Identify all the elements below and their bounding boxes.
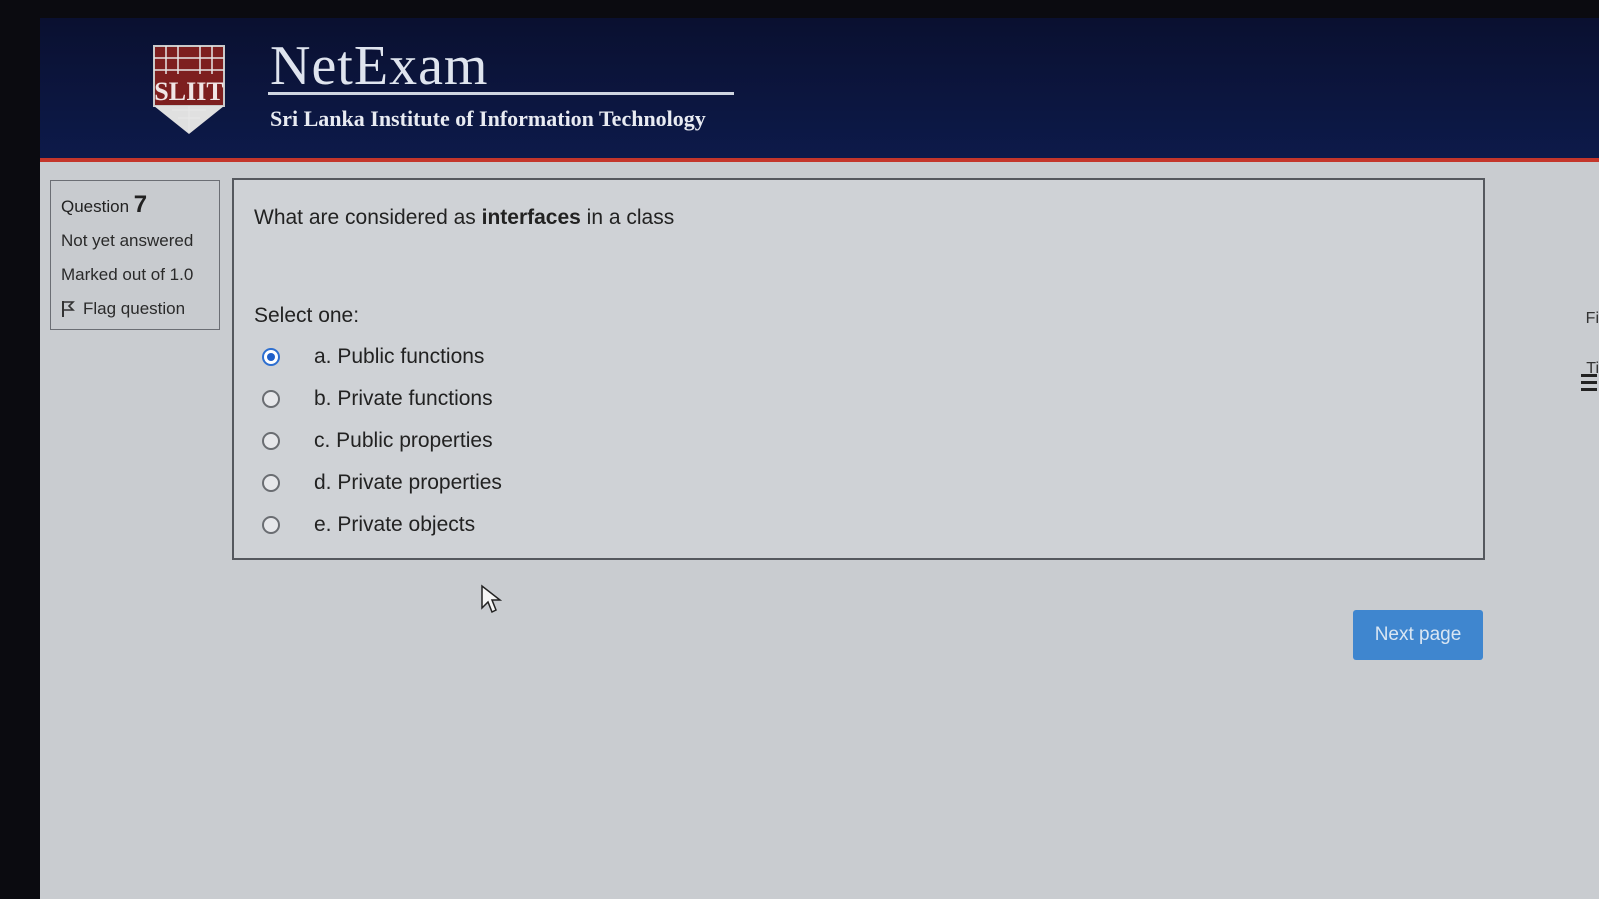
side-partial-label-1: Fi [1585,310,1599,327]
question-text: What are considered as interfaces in a c… [254,206,674,230]
question-number-line: Question 7 [61,191,209,219]
question-panel: What are considered as interfaces in a c… [232,178,1485,560]
site-header: SLIIT NetExam Sri Lanka Institute of Inf… [40,18,1599,162]
screen: SLIIT NetExam Sri Lanka Institute of Inf… [40,18,1599,899]
radio-button-c[interactable] [262,432,280,450]
question-label: Question [61,197,130,216]
option-label-e: e. Private objects [314,513,476,536]
radio-button-e[interactable] [262,516,280,534]
radio-button-b[interactable] [262,390,280,408]
question-text-start: What are considered as [254,206,482,229]
flag-icon [62,301,75,317]
brand-divider [268,92,734,95]
next-page-button[interactable]: Next page [1353,610,1483,660]
radio-button-d[interactable] [262,474,280,492]
mouse-pointer-icon [481,584,502,614]
answer-option-d[interactable]: d. Private properties [262,462,502,504]
option-label-a: a. Public functions [314,345,485,368]
answer-options: a. Public functions b. Private functions… [262,336,502,546]
marks-info: Marked out of 1.0 [61,265,194,284]
answer-option-b[interactable]: b. Private functions [262,378,502,420]
answer-option-c[interactable]: c. Public properties [262,420,502,462]
question-text-keyword: interfaces [481,206,581,229]
question-number: 7 [133,191,148,218]
answer-status: Not yet answered [61,231,194,250]
brand-title: NetExam [270,35,489,97]
option-label-b: b. Private functions [314,387,493,410]
option-label-d: d. Private properties [314,471,502,494]
flag-question-label: Flag question [83,299,186,318]
svg-text:SLIIT: SLIIT [154,77,223,106]
flag-question-link[interactable]: Flag question [61,299,209,319]
sliit-logo: SLIIT [153,45,225,134]
answer-option-e[interactable]: e. Private objects [262,504,502,546]
question-text-end: in a class [580,206,675,229]
side-partial-label-2: Ti [1586,360,1599,377]
brand-subtitle: Sri Lanka Institute of Information Techn… [270,106,706,131]
answer-option-a[interactable]: a. Public functions [262,336,502,378]
quiz-navigation-edge: Fi Ti [1577,178,1599,878]
option-label-c: c. Public properties [314,429,493,452]
select-one-label: Select one: [254,304,360,327]
radio-button-a[interactable] [262,348,280,366]
question-info-panel: Question 7 Not yet answered Marked out o… [50,180,220,330]
